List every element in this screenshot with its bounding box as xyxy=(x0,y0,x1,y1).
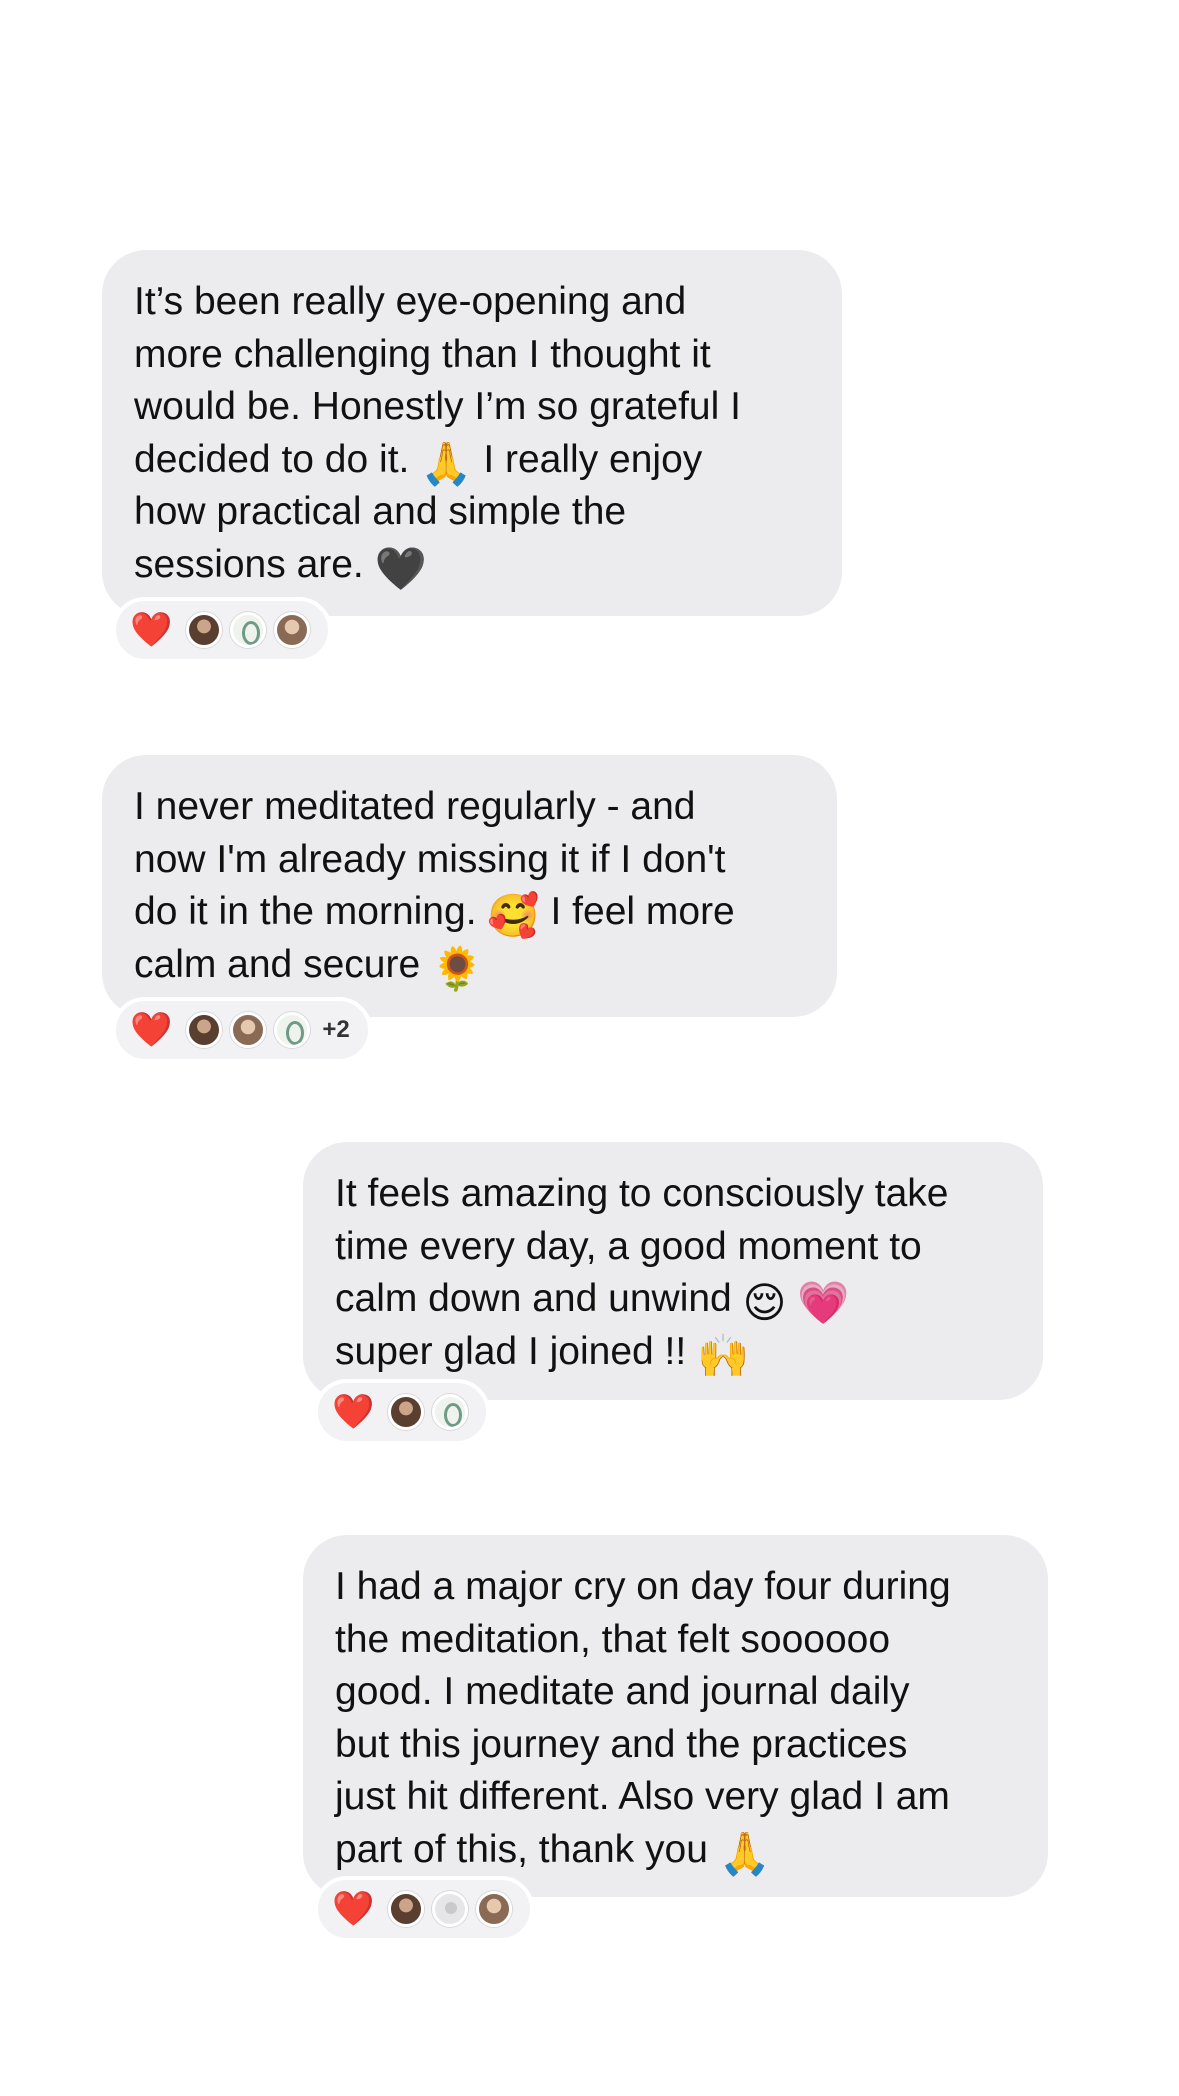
message-1[interactable]: It’s been really eye-opening and more ch… xyxy=(102,250,842,616)
heart-reaction-icon: ❤️ xyxy=(332,1393,375,1431)
message-bubble[interactable]: It feels amazing to consciously take tim… xyxy=(303,1142,1043,1400)
message-text: super glad I joined !! xyxy=(335,1329,687,1373)
reactor-avatar xyxy=(388,1394,425,1430)
heart-reaction-icon: ❤️ xyxy=(332,1890,375,1928)
reactor-avatar xyxy=(274,1012,311,1048)
reactor-avatar xyxy=(432,1394,469,1430)
black-heart-emoji: 🖤 xyxy=(374,544,427,592)
more-reactions-count: +2 xyxy=(322,1016,350,1043)
sunflower-emoji: 🌻 xyxy=(430,944,484,992)
chat-thread[interactable]: It’s been really eye-opening and more ch… xyxy=(0,0,1179,2096)
message-4[interactable]: I had a major cry on day four during the… xyxy=(303,1535,1048,1897)
smiling-face-with-hearts-emoji: 🥰 xyxy=(487,892,540,939)
reactor-avatar xyxy=(186,612,223,648)
reactor-avatar xyxy=(476,1891,513,1927)
message-2[interactable]: I never meditated regularly - and now I'… xyxy=(102,755,837,1017)
reactions-bar-3[interactable]: ❤️ xyxy=(314,1379,491,1445)
reactor-avatar xyxy=(432,1891,469,1927)
message-bubble[interactable]: I never meditated regularly - and now I'… xyxy=(102,755,837,1017)
message-text: It feels amazing to consciously take tim… xyxy=(335,1172,949,1320)
message-3[interactable]: It feels amazing to consciously take tim… xyxy=(303,1142,1043,1400)
growing-heart-emoji: 💗 xyxy=(797,1279,850,1326)
reactor-avatar xyxy=(274,612,311,648)
folded-hands-emoji: 🙏 xyxy=(718,1829,772,1877)
reactor-avatar xyxy=(230,1012,267,1048)
reactor-avatar xyxy=(186,1012,223,1048)
folded-hands-emoji: 🙏 xyxy=(420,439,473,487)
relieved-face-emoji: 😌 xyxy=(742,1279,787,1326)
reactor-avatar xyxy=(388,1891,425,1927)
raising-hands-emoji: 🙌 xyxy=(697,1331,750,1379)
reactions-bar-2[interactable]: ❤️ +2 xyxy=(112,997,372,1063)
message-bubble[interactable]: It’s been really eye-opening and more ch… xyxy=(102,250,842,616)
heart-reaction-icon: ❤️ xyxy=(130,1011,173,1049)
message-text: I had a major cry on day four during the… xyxy=(335,1565,951,1871)
message-bubble[interactable]: I had a major cry on day four during the… xyxy=(303,1535,1048,1897)
reactor-avatar xyxy=(230,612,267,648)
reactions-bar-1[interactable]: ❤️ xyxy=(112,597,333,663)
reactions-bar-4[interactable]: ❤️ xyxy=(314,1876,535,1942)
heart-reaction-icon: ❤️ xyxy=(130,611,173,649)
